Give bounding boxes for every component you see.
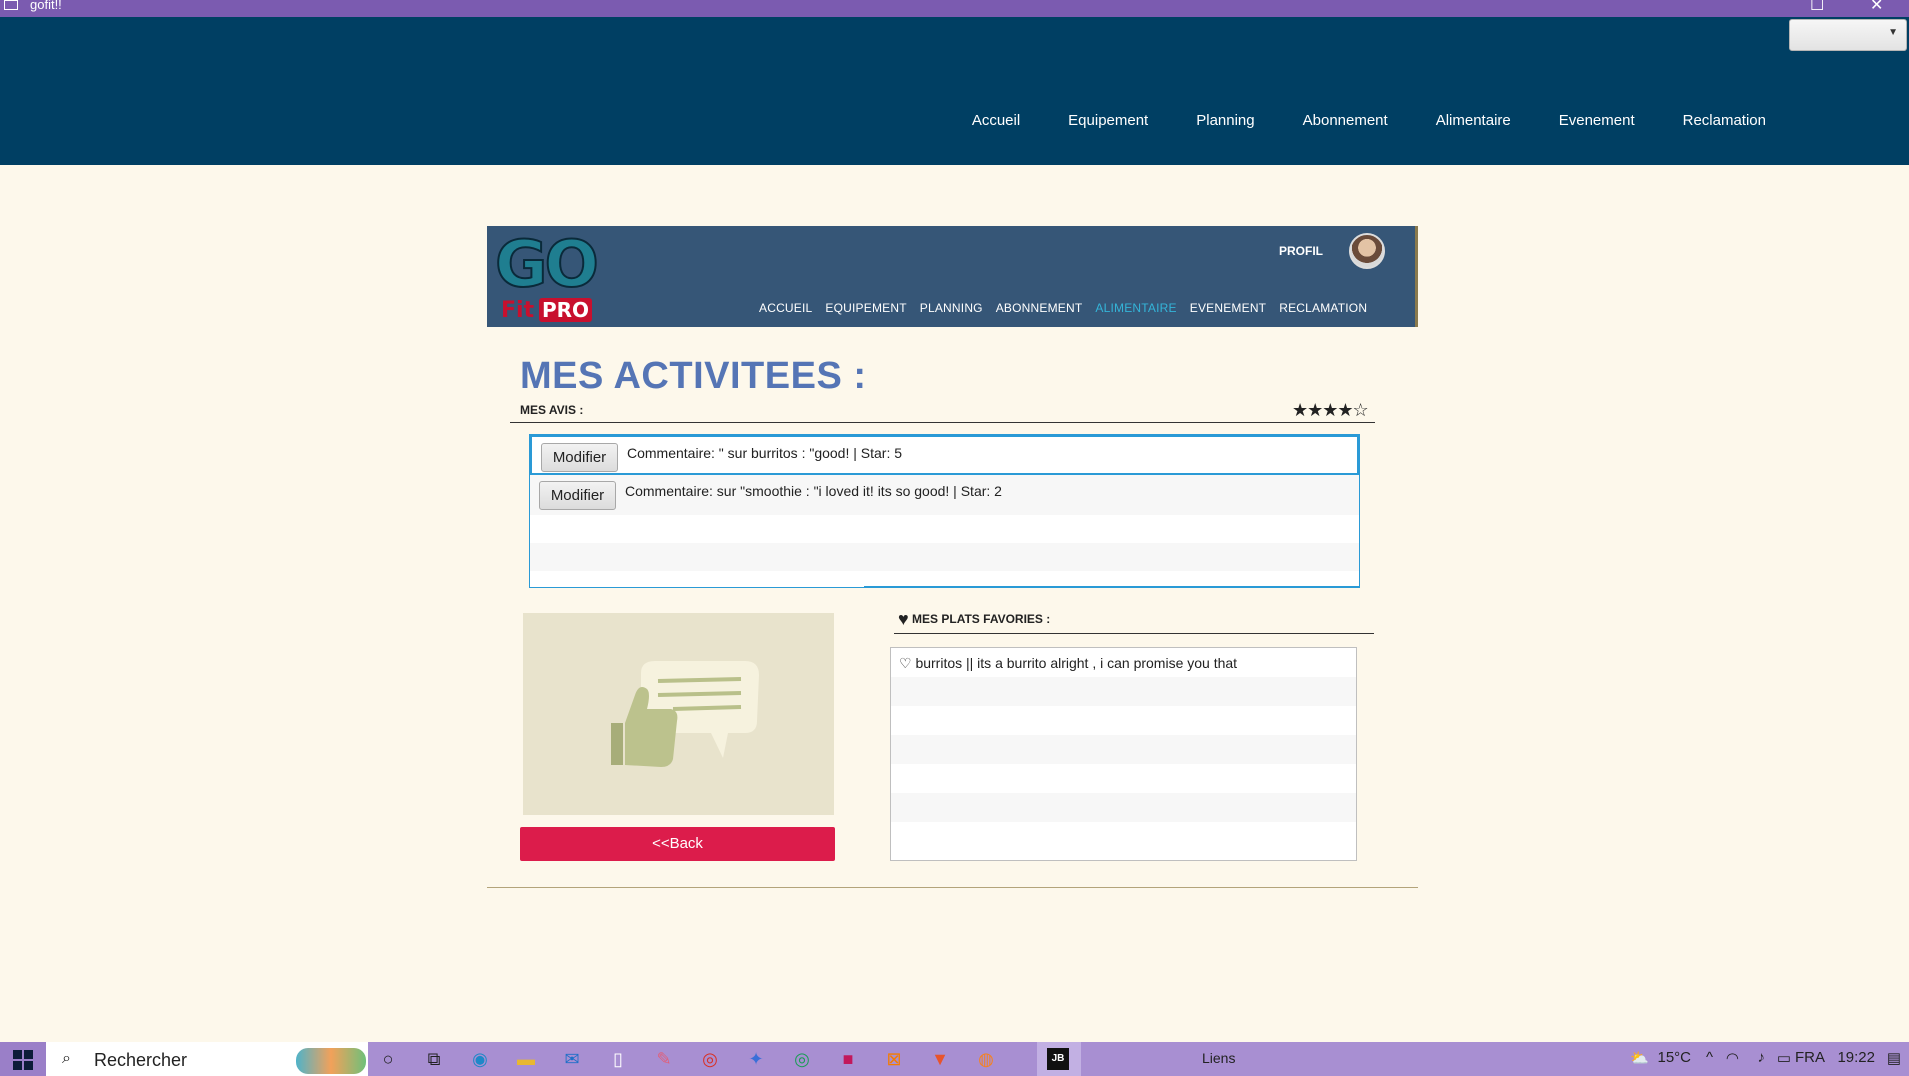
logo-fit: Fit bbox=[501, 298, 535, 323]
site-nav-planning[interactable]: PLANNING bbox=[920, 301, 983, 315]
empty-row bbox=[891, 735, 1356, 764]
nav-evenement[interactable]: Evenement bbox=[1559, 112, 1635, 129]
notifications-icon[interactable]: ▤ bbox=[1887, 1049, 1901, 1067]
cortana-icon[interactable]: ○ bbox=[376, 1047, 400, 1071]
horizontal-scrollbar[interactable] bbox=[864, 586, 1359, 587]
chevron-down-icon: ▼ bbox=[1888, 27, 1898, 38]
gofit-logo[interactable]: GO Fit PRO bbox=[494, 227, 600, 324]
empty-row bbox=[891, 677, 1356, 706]
profil-link[interactable]: PROFIL bbox=[1279, 244, 1323, 258]
task-view-icon[interactable]: ⧉ bbox=[422, 1047, 446, 1071]
logo-go: GO bbox=[494, 227, 600, 303]
battery-icon[interactable]: ▭ bbox=[1777, 1049, 1791, 1067]
empty-row bbox=[891, 793, 1356, 822]
window-title: gofit!! bbox=[30, 0, 62, 12]
page-title: MES ACTIVITEES : bbox=[520, 355, 867, 397]
modifier-button[interactable]: Modifier bbox=[541, 443, 618, 472]
nav-alimentaire[interactable]: Alimentaire bbox=[1436, 112, 1511, 129]
search-icon: ⌕ bbox=[62, 1050, 71, 1067]
modifier-button[interactable]: Modifier bbox=[539, 481, 616, 510]
avis-row[interactable]: Modifier Commentaire: " sur burritos : "… bbox=[530, 435, 1359, 475]
favoris-label: MES PLATS FAVORIES : bbox=[912, 612, 1051, 626]
file-explorer-icon[interactable]: ▬ bbox=[514, 1047, 538, 1071]
liens-toolbar[interactable]: Liens bbox=[1202, 1050, 1235, 1066]
empty-row bbox=[891, 706, 1356, 735]
search-label: Rechercher bbox=[94, 1050, 188, 1070]
nav-equipement[interactable]: Equipement bbox=[1068, 112, 1148, 129]
empty-row bbox=[891, 764, 1356, 793]
nav-planning[interactable]: Planning bbox=[1196, 112, 1254, 129]
app-menu: Accueil Equipement Planning Abonnement A… bbox=[924, 112, 1766, 129]
jetbrains-active-icon[interactable]: JB bbox=[1037, 1042, 1081, 1076]
empty-row bbox=[891, 822, 1356, 851]
site-menu: ACCUEIL EQUIPEMENT PLANNING ABONNEMENT A… bbox=[759, 301, 1380, 315]
site-nav-equipement[interactable]: EQUIPEMENT bbox=[825, 301, 906, 315]
search-highlight-image bbox=[296, 1048, 366, 1074]
chrome-profile-icon[interactable]: ◎ bbox=[790, 1047, 814, 1071]
taskbar-search[interactable]: ⌕ Rechercher bbox=[46, 1042, 368, 1076]
heart-icon: ♥ bbox=[898, 609, 909, 629]
thumbs-up-chat-icon bbox=[611, 661, 759, 767]
paint-icon[interactable]: ✎ bbox=[652, 1047, 676, 1071]
taskbar-apps: ○ ⧉ ◉ ▬ ✉ ▯ ✎ ◎ ✦ ◎ ■ ⊠ ▼ ◍ bbox=[376, 1047, 1020, 1071]
avis-list[interactable]: Modifier Commentaire: " sur burritos : "… bbox=[529, 434, 1360, 588]
window-titlebar: gofit!! ☐ ✕ bbox=[0, 0, 1909, 17]
app-icon-blue[interactable]: ✦ bbox=[744, 1047, 768, 1071]
avis-text: Commentaire: sur "smoothie : "i loved it… bbox=[625, 483, 1002, 499]
rating-stars[interactable]: ★★★★☆ bbox=[1292, 400, 1369, 421]
back-button[interactable]: <<Back bbox=[520, 827, 835, 861]
site-nav-evenement[interactable]: EVENEMENT bbox=[1190, 301, 1266, 315]
favoris-header: ♥ MES PLATS FAVORIES : bbox=[898, 609, 1050, 630]
temperature[interactable]: 15°C bbox=[1657, 1049, 1691, 1066]
list-item[interactable]: ♡ burritos || its a burrito alright , i … bbox=[891, 648, 1356, 677]
app-icon bbox=[4, 0, 18, 10]
empty-row bbox=[530, 543, 1359, 571]
language-indicator[interactable]: FRA bbox=[1795, 1049, 1825, 1066]
feedback-illustration bbox=[523, 613, 834, 815]
weather-icon[interactable]: ⛅ bbox=[1630, 1049, 1649, 1067]
site-nav-accueil[interactable]: ACCUEIL bbox=[759, 301, 812, 315]
footer-divider bbox=[487, 887, 1418, 888]
close-icon[interactable]: ✕ bbox=[1870, 0, 1883, 15]
clock[interactable]: 19:22 bbox=[1837, 1049, 1875, 1066]
site-nav-abonnement[interactable]: ABONNEMENT bbox=[996, 301, 1083, 315]
windows-start-icon[interactable] bbox=[0, 1042, 46, 1076]
nav-reclamation[interactable]: Reclamation bbox=[1683, 112, 1766, 129]
wifi-icon[interactable]: ◠ bbox=[1726, 1049, 1739, 1067]
brave-icon[interactable]: ▼ bbox=[928, 1047, 952, 1071]
top-dropdown[interactable]: ▼ bbox=[1789, 19, 1907, 51]
mail-icon[interactable]: ✉ bbox=[560, 1047, 584, 1071]
favoris-list[interactable]: ♡ burritos || its a burrito alright , i … bbox=[890, 647, 1357, 861]
divider bbox=[510, 422, 1375, 423]
avatar[interactable] bbox=[1349, 233, 1385, 269]
nav-accueil[interactable]: Accueil bbox=[972, 112, 1020, 129]
xampp-icon[interactable]: ⊠ bbox=[882, 1047, 906, 1071]
volume-icon[interactable]: ♪ bbox=[1758, 1049, 1766, 1066]
nav-abonnement[interactable]: Abonnement bbox=[1303, 112, 1388, 129]
intellij-icon[interactable]: ■ bbox=[836, 1047, 860, 1071]
app-top-nav: ▼ Accueil Equipement Planning Abonnement… bbox=[0, 17, 1909, 165]
notepad-icon[interactable]: ▯ bbox=[606, 1047, 630, 1071]
edge-icon[interactable]: ◉ bbox=[468, 1047, 492, 1071]
chrome-icon[interactable]: ◎ bbox=[698, 1047, 722, 1071]
avis-text: Commentaire: " sur burritos : "good! | S… bbox=[627, 445, 903, 461]
site-nav-reclamation[interactable]: RECLAMATION bbox=[1279, 301, 1367, 315]
logo-pro: PRO bbox=[539, 298, 593, 322]
chevron-up-icon[interactable]: ^ bbox=[1706, 1049, 1713, 1066]
maximize-icon[interactable]: ☐ bbox=[1810, 0, 1824, 15]
avis-row[interactable]: Modifier Commentaire: sur "smoothie : "i… bbox=[530, 475, 1359, 515]
divider bbox=[894, 633, 1374, 634]
empty-row bbox=[530, 515, 1359, 543]
mes-avis-label: MES AVIS : bbox=[520, 403, 584, 417]
site-nav-alimentaire[interactable]: ALIMENTAIRE bbox=[1095, 301, 1176, 315]
site-header: GO Fit PRO PROFIL ACCUEIL EQUIPEMENT PLA… bbox=[487, 226, 1418, 327]
taskbar: ⌕ Rechercher ○ ⧉ ◉ ▬ ✉ ▯ ✎ ◎ ✦ ◎ ■ ⊠ ▼ ◍… bbox=[0, 1042, 1909, 1076]
firefox-icon[interactable]: ◍ bbox=[974, 1047, 998, 1071]
